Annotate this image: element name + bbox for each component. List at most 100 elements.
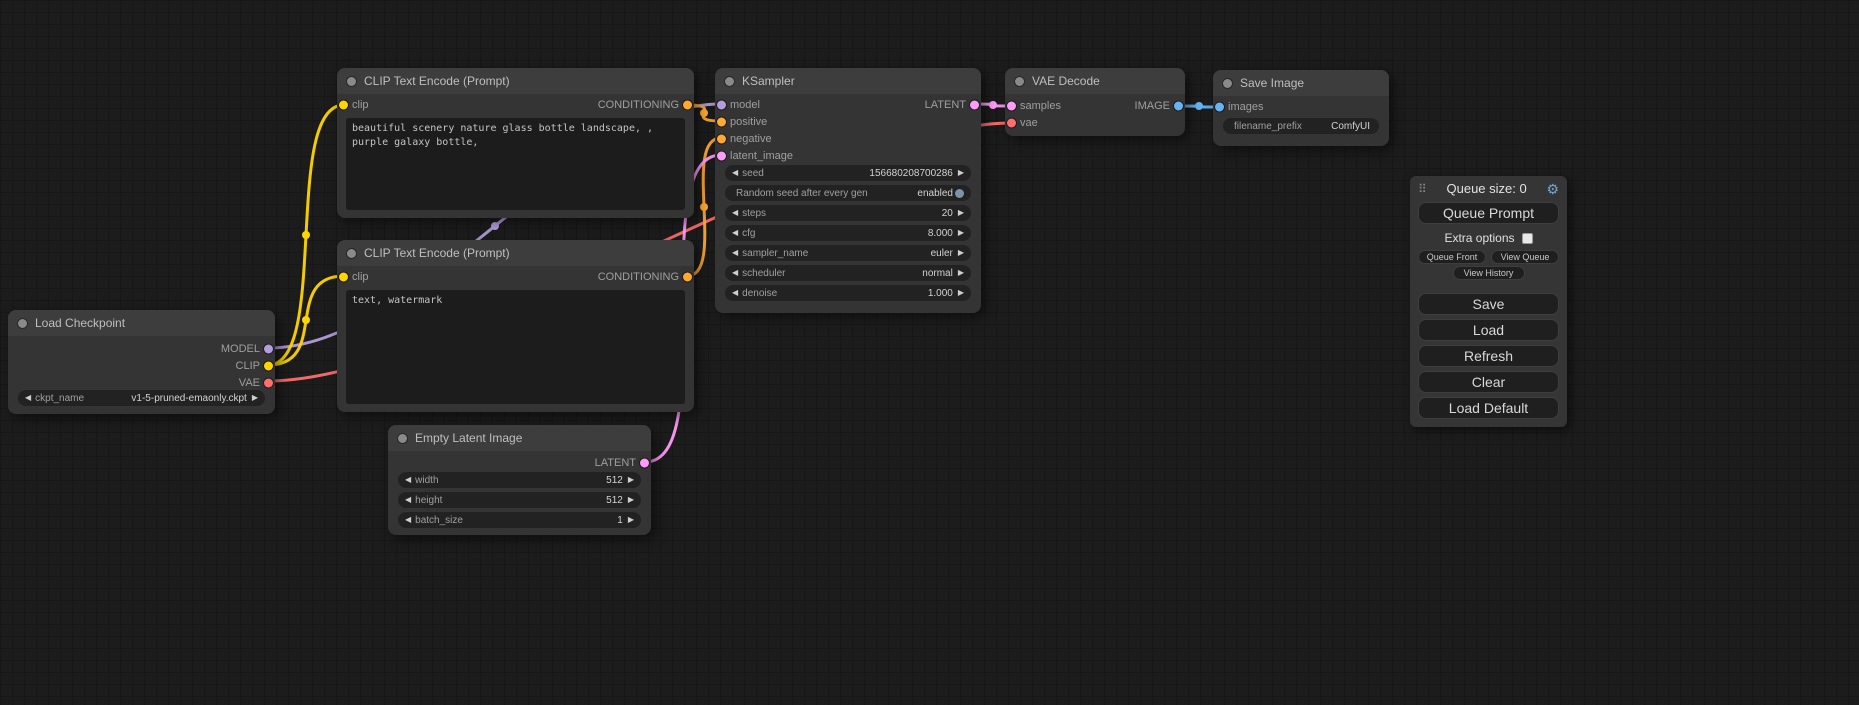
settings-gear-icon[interactable] <box>1546 182 1559 196</box>
node-clip-text-encode-negative[interactable]: CLIP Text Encode (Prompt) clip CONDITION… <box>337 240 694 412</box>
queue-size-label: Queue size: 0 <box>1427 181 1547 196</box>
output-slot-conditioning[interactable] <box>683 272 692 281</box>
collapse-toggle-icon[interactable] <box>1223 79 1232 88</box>
node-title-bar[interactable]: Load Checkpoint <box>8 310 275 336</box>
node-title-bar[interactable]: Save Image <box>1213 70 1389 96</box>
decrement-icon[interactable] <box>405 476 411 484</box>
drag-handle-icon[interactable] <box>1418 183 1427 195</box>
widget-value: 156680208700286 <box>869 168 952 179</box>
prev-value-icon[interactable] <box>25 394 31 402</box>
widget-batch-size[interactable]: batch_size 1 <box>398 512 641 528</box>
increment-icon[interactable] <box>958 229 964 237</box>
prompt-textarea[interactable]: beautiful scenery nature glass bottle la… <box>346 118 685 210</box>
next-value-icon[interactable] <box>958 249 964 257</box>
input-slot-positive[interactable] <box>717 117 726 126</box>
decrement-icon[interactable] <box>732 209 738 217</box>
node-title: VAE Decode <box>1032 74 1100 88</box>
input-slot-vae[interactable] <box>1007 118 1016 127</box>
prompt-textarea[interactable]: text, watermark <box>346 290 685 404</box>
increment-icon[interactable] <box>958 169 964 177</box>
node-title-bar[interactable]: CLIP Text Encode (Prompt) <box>337 68 694 94</box>
increment-icon[interactable] <box>628 476 634 484</box>
node-load-checkpoint[interactable]: Load Checkpoint MODEL CLIP VAE ckpt_name… <box>8 310 275 414</box>
widget-height[interactable]: height 512 <box>398 492 641 508</box>
decrement-icon[interactable] <box>732 169 738 177</box>
prev-value-icon[interactable] <box>732 269 738 277</box>
queue-panel: Queue size: 0 Queue Prompt Extra options… <box>1410 176 1567 427</box>
widget-ckpt-name[interactable]: ckpt_name v1-5-pruned-emaonly.ckpt <box>18 390 265 406</box>
input-label-samples: samples <box>1020 100 1061 112</box>
widget-label: scheduler <box>742 268 785 279</box>
output-slot-latent[interactable] <box>640 458 649 467</box>
input-slot-negative[interactable] <box>717 134 726 143</box>
node-clip-text-encode-positive[interactable]: CLIP Text Encode (Prompt) clip CONDITION… <box>337 68 694 218</box>
output-label-latent: LATENT <box>925 99 966 111</box>
load-button[interactable]: Load <box>1418 319 1559 341</box>
widget-denoise[interactable]: denoise 1.000 <box>725 285 971 301</box>
next-value-icon[interactable] <box>958 269 964 277</box>
input-slot-images[interactable] <box>1215 102 1224 111</box>
node-title-bar[interactable]: KSampler <box>715 68 981 94</box>
collapse-toggle-icon[interactable] <box>347 249 356 258</box>
collapse-toggle-icon[interactable] <box>1015 77 1024 86</box>
input-slot-clip[interactable] <box>339 272 348 281</box>
prev-value-icon[interactable] <box>732 249 738 257</box>
widget-label: width <box>415 475 438 486</box>
output-label-vae: VAE <box>239 377 260 389</box>
save-button[interactable]: Save <box>1418 293 1559 315</box>
widget-seed[interactable]: seed 156680208700286 <box>725 165 971 181</box>
increment-icon[interactable] <box>958 209 964 217</box>
collapse-toggle-icon[interactable] <box>725 77 734 86</box>
view-history-button[interactable]: View History <box>1453 266 1525 280</box>
clear-button[interactable]: Clear <box>1418 371 1559 393</box>
decrement-icon[interactable] <box>732 229 738 237</box>
increment-icon[interactable] <box>958 289 964 297</box>
widget-value: normal <box>922 268 953 279</box>
widget-steps[interactable]: steps 20 <box>725 205 971 221</box>
next-value-icon[interactable] <box>252 394 258 402</box>
widget-value: 1 <box>617 515 623 526</box>
widget-random-seed[interactable]: Random seed after every gen enabled <box>725 185 971 201</box>
toggle-indicator-icon[interactable] <box>955 189 964 198</box>
output-slot-model[interactable] <box>264 344 273 353</box>
extra-options-checkbox[interactable] <box>1522 233 1533 244</box>
node-title-bar[interactable]: CLIP Text Encode (Prompt) <box>337 240 694 266</box>
load-default-button[interactable]: Load Default <box>1418 397 1559 419</box>
node-empty-latent-image[interactable]: Empty Latent Image LATENT width 512 heig… <box>388 425 651 535</box>
queue-prompt-button[interactable]: Queue Prompt <box>1418 202 1559 224</box>
view-queue-button[interactable]: View Queue <box>1491 250 1559 264</box>
decrement-icon[interactable] <box>732 289 738 297</box>
output-slot-conditioning[interactable] <box>683 100 692 109</box>
input-slot-latent-image[interactable] <box>717 151 726 160</box>
input-slot-samples[interactable] <box>1007 101 1016 110</box>
input-slot-model[interactable] <box>717 100 726 109</box>
decrement-icon[interactable] <box>405 516 411 524</box>
output-label-conditioning: CONDITIONING <box>598 99 679 111</box>
node-title: Empty Latent Image <box>415 431 522 445</box>
refresh-button[interactable]: Refresh <box>1418 345 1559 367</box>
output-slot-clip[interactable] <box>264 361 273 370</box>
output-slot-vae[interactable] <box>264 378 273 387</box>
output-slot-latent[interactable] <box>970 100 979 109</box>
widget-sampler-name[interactable]: sampler_name euler <box>725 245 971 261</box>
widget-filename-prefix[interactable]: filename_prefix ComfyUI <box>1223 118 1379 134</box>
collapse-toggle-icon[interactable] <box>347 77 356 86</box>
node-ksampler[interactable]: KSampler model LATENT positive negative … <box>715 68 981 313</box>
widget-label: batch_size <box>415 515 463 526</box>
decrement-icon[interactable] <box>405 496 411 504</box>
queue-front-button[interactable]: Queue Front <box>1418 250 1486 264</box>
widget-width[interactable]: width 512 <box>398 472 641 488</box>
node-save-image[interactable]: Save Image images filename_prefix ComfyU… <box>1213 70 1389 146</box>
input-slot-clip[interactable] <box>339 100 348 109</box>
node-title-bar[interactable]: VAE Decode <box>1005 68 1185 94</box>
increment-icon[interactable] <box>628 496 634 504</box>
widget-cfg[interactable]: cfg 8.000 <box>725 225 971 241</box>
output-label-model: MODEL <box>221 343 260 355</box>
collapse-toggle-icon[interactable] <box>18 319 27 328</box>
widget-scheduler[interactable]: scheduler normal <box>725 265 971 281</box>
increment-icon[interactable] <box>628 516 634 524</box>
collapse-toggle-icon[interactable] <box>398 434 407 443</box>
node-vae-decode[interactable]: VAE Decode samples IMAGE vae <box>1005 68 1185 136</box>
node-title-bar[interactable]: Empty Latent Image <box>388 425 651 451</box>
output-slot-image[interactable] <box>1174 101 1183 110</box>
